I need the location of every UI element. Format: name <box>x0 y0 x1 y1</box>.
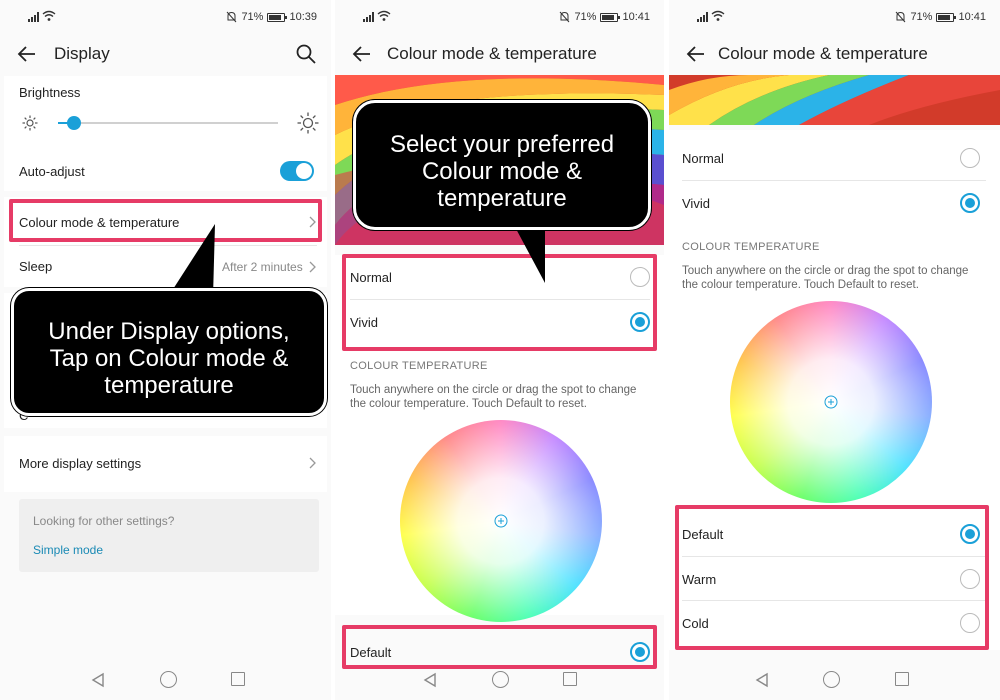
rainbow-banner-image <box>669 75 1000 125</box>
page-title: Colour mode & temperature <box>387 44 597 63</box>
colour-temperature-heading: COLOUR TEMPERATURE <box>682 241 820 253</box>
simple-mode-link[interactable]: Simple mode <box>33 543 103 557</box>
callout-text: Select your preferred Colour mode & temp… <box>389 131 615 212</box>
sun-large-icon <box>297 112 319 134</box>
other-settings-box <box>19 499 319 572</box>
status-bar: 71% 10:41 <box>335 0 664 34</box>
clock: 10:41 <box>958 11 986 23</box>
auto-adjust-label: Auto-adjust <box>19 164 85 179</box>
screen-colour-mode-callout: 71% 10:41 Colour mode & temperature Norm… <box>335 0 664 700</box>
colour-temperature-wheel[interactable] <box>730 301 932 503</box>
wifi-icon <box>42 10 56 21</box>
wifi-icon <box>711 10 725 21</box>
nav-bar <box>335 660 664 700</box>
brightness-label: Brightness <box>19 85 81 100</box>
nav-home-icon[interactable] <box>160 671 177 688</box>
sleep-item[interactable]: Sleep <box>19 259 52 274</box>
nav-recent-icon[interactable] <box>563 672 577 686</box>
status-bar: 71% 10:41 <box>669 0 1000 34</box>
clock: 10:41 <box>622 11 650 23</box>
screen-colour-temperature: 71% 10:41 Colour mode & temperature Norm… <box>669 0 1000 700</box>
colour-temperature-heading: COLOUR TEMPERATURE <box>350 360 488 372</box>
battery-icon <box>936 12 957 22</box>
app-bar: Display <box>0 34 331 74</box>
colour-temperature-wheel[interactable] <box>400 420 602 622</box>
mute-icon <box>896 11 906 23</box>
nav-home-icon[interactable] <box>492 671 509 688</box>
colour-temperature-description: Touch anywhere on the circle or drag the… <box>350 384 637 410</box>
app-bar: Colour mode & temperature <box>335 34 664 74</box>
page-title: Display <box>54 44 110 63</box>
back-arrow-icon[interactable] <box>351 43 373 65</box>
mode-vivid-label[interactable]: Vivid <box>682 196 710 211</box>
mode-normal-label[interactable]: Normal <box>682 151 724 166</box>
search-icon[interactable] <box>295 43 317 65</box>
battery-icon <box>600 12 621 22</box>
back-arrow-icon[interactable] <box>16 43 38 65</box>
nav-recent-icon[interactable] <box>231 672 245 686</box>
brightness-slider-track[interactable] <box>58 122 278 124</box>
other-settings-text: Looking for other settings? <box>33 514 175 528</box>
battery-percent: 71% <box>910 11 933 23</box>
brightness-slider-thumb[interactable] <box>67 116 81 130</box>
signal-icon <box>28 12 39 22</box>
nav-home-icon[interactable] <box>823 671 840 688</box>
nav-back-icon[interactable] <box>90 672 106 688</box>
chevron-right-icon <box>309 261 316 273</box>
callout-text: Under Display options, Tap on Colour mod… <box>48 318 290 399</box>
highlight-temperatures <box>675 505 989 650</box>
mode-vivid-radio[interactable] <box>960 193 980 213</box>
more-display-settings-item[interactable]: More display settings <box>19 456 141 471</box>
battery-percent: 71% <box>574 11 597 23</box>
callout-select-colour-mode: Select your preferred Colour mode & temp… <box>353 100 651 230</box>
wheel-spot-icon[interactable] <box>494 514 508 528</box>
wifi-icon <box>377 10 391 21</box>
nav-recent-icon[interactable] <box>895 672 909 686</box>
signal-icon <box>363 12 374 22</box>
callout-pointer <box>168 224 215 297</box>
nav-bar <box>669 660 1000 700</box>
mute-icon <box>227 11 237 23</box>
signal-icon <box>697 12 708 22</box>
mute-icon <box>560 11 570 23</box>
clock: 10:39 <box>289 11 317 23</box>
divider <box>682 180 986 181</box>
status-bar: 71% 10:39 <box>0 0 331 34</box>
back-arrow-icon[interactable] <box>685 43 707 65</box>
highlight-modes <box>342 254 657 351</box>
sun-small-icon <box>22 115 38 131</box>
nav-back-icon[interactable] <box>422 672 438 688</box>
chevron-right-icon <box>309 457 316 469</box>
toggle-knob <box>296 163 312 179</box>
screen-display-settings: 71% 10:39 Display Brightness Auto-adjust… <box>0 0 331 700</box>
nav-back-icon[interactable] <box>754 672 770 688</box>
app-bar: Colour mode & temperature <box>669 34 1000 74</box>
battery-icon <box>267 12 288 22</box>
battery-percent: 71% <box>241 11 264 23</box>
nav-bar <box>0 660 331 700</box>
sleep-value: After 2 minutes <box>222 260 303 274</box>
mode-normal-radio[interactable] <box>960 148 980 168</box>
wheel-spot-icon[interactable] <box>824 395 838 409</box>
callout-tap-colour-mode: Under Display options, Tap on Colour mod… <box>11 288 327 416</box>
colour-temperature-description: Touch anywhere on the circle or drag the… <box>682 265 969 291</box>
page-title: Colour mode & temperature <box>718 44 928 63</box>
auto-adjust-toggle[interactable] <box>280 161 314 181</box>
